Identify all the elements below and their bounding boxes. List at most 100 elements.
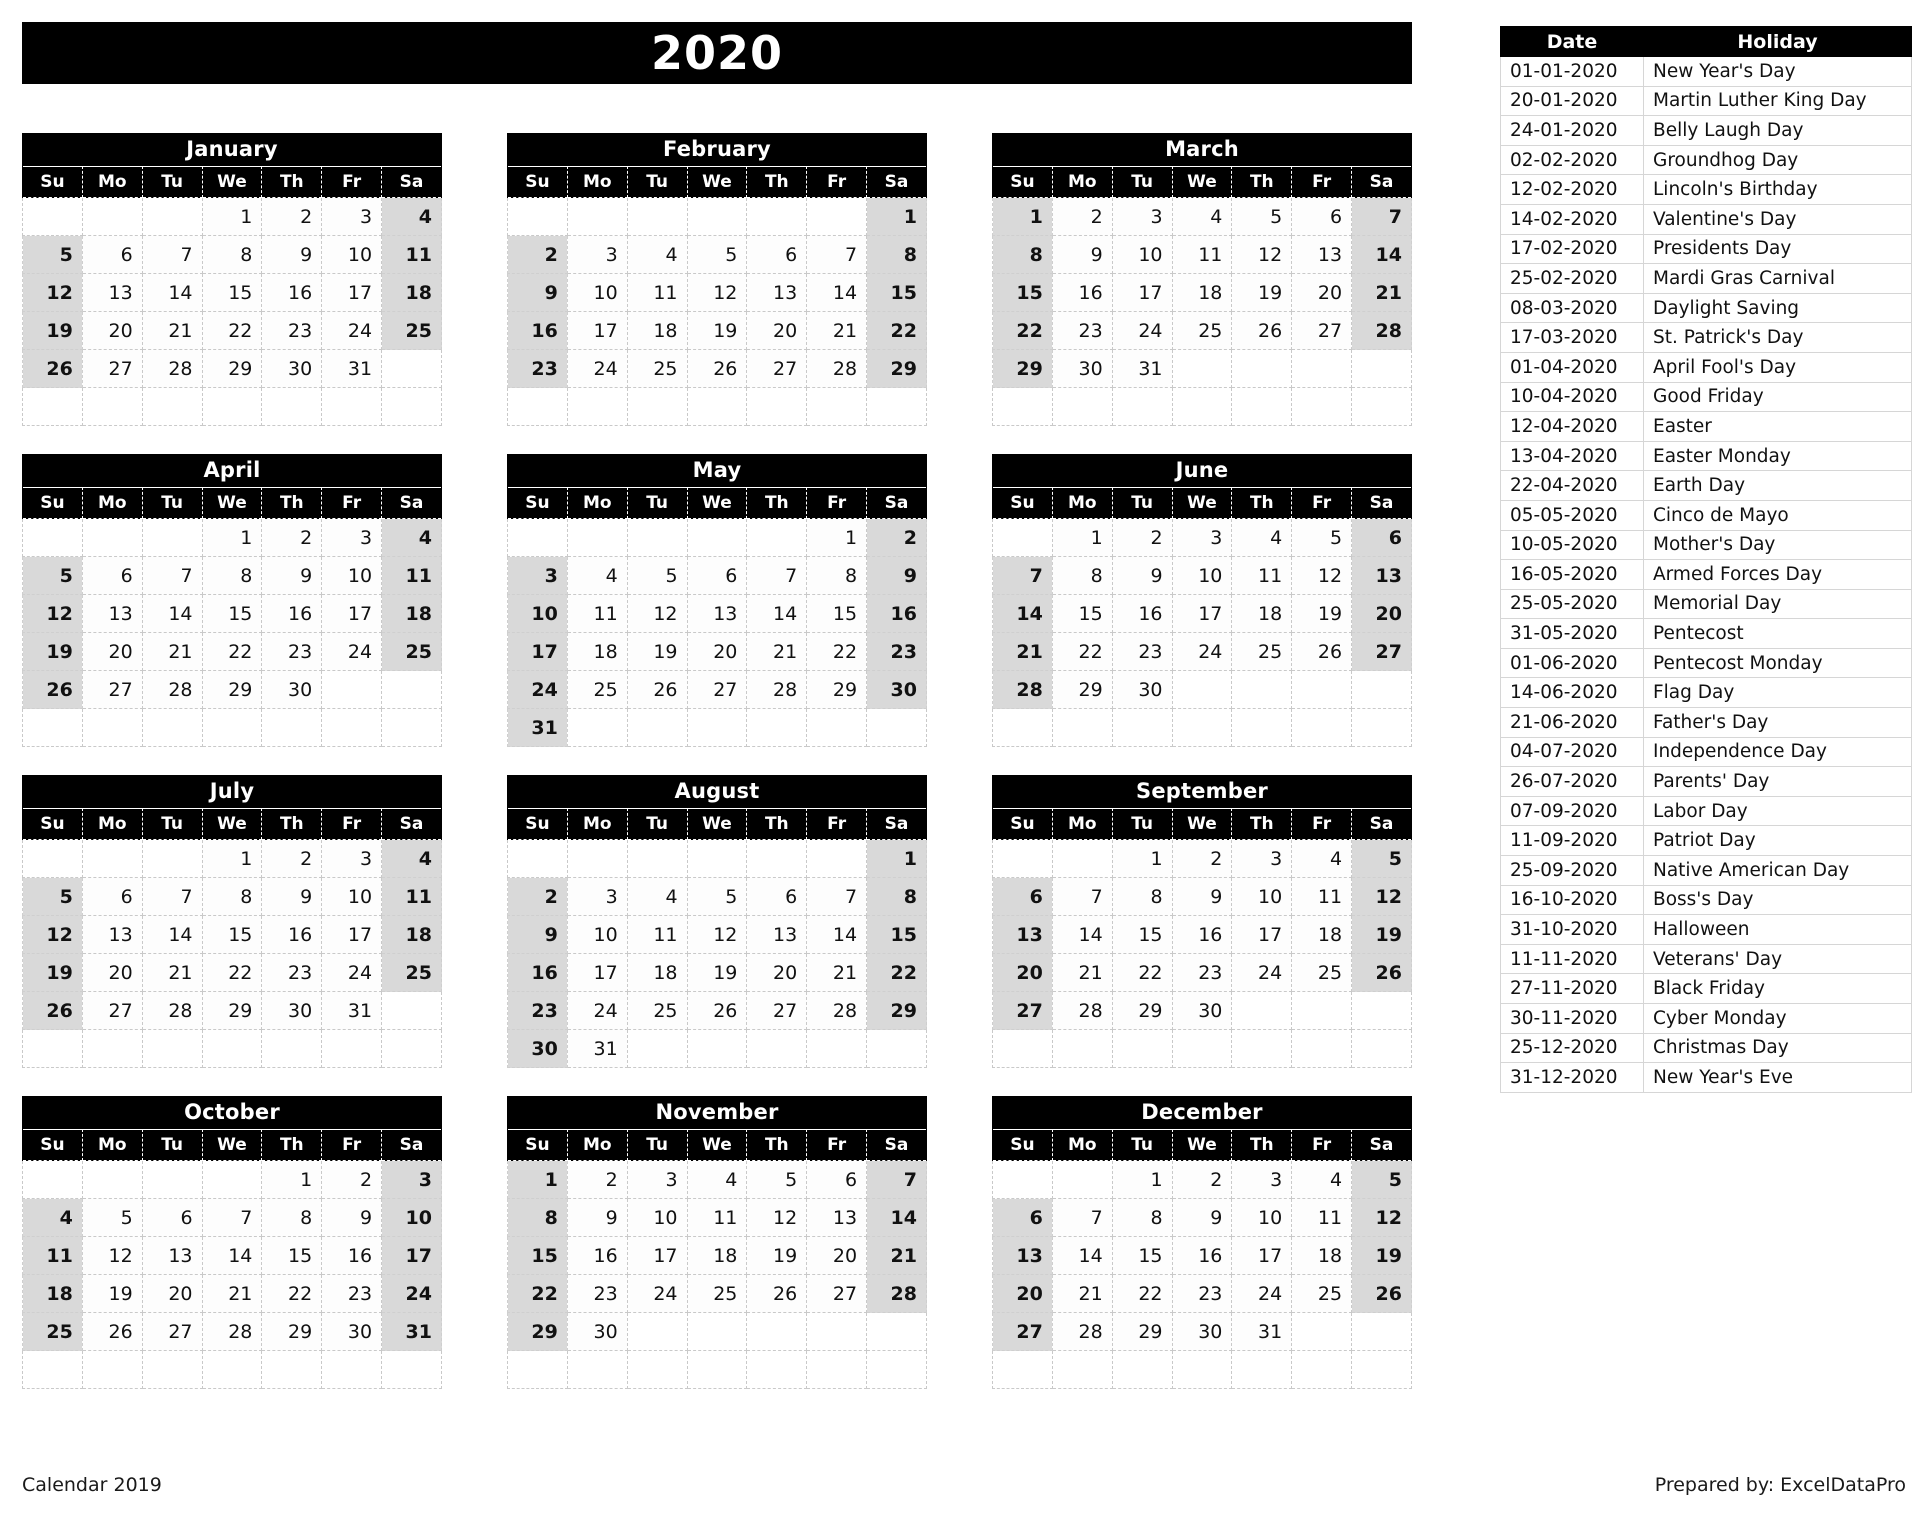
day-cell[interactable]: 18 — [381, 915, 442, 954]
day-cell[interactable]: 14 — [1051, 1236, 1113, 1275]
day-cell[interactable]: 15 — [201, 273, 263, 312]
day-cell[interactable]: 5 — [1351, 1160, 1412, 1199]
day-cell[interactable]: 26 — [81, 1312, 143, 1351]
day-cell[interactable]: 31 — [321, 349, 383, 388]
day-cell[interactable]: 24 — [626, 1274, 688, 1313]
day-cell[interactable]: 2 — [1171, 839, 1233, 878]
day-cell[interactable]: 22 — [866, 953, 927, 992]
day-cell[interactable]: 2 — [566, 1160, 628, 1199]
day-cell[interactable]: 26 — [626, 670, 688, 709]
day-cell[interactable]: 12 — [1351, 877, 1412, 916]
day-cell[interactable]: 30 — [566, 1312, 628, 1351]
day-cell[interactable]: 17 — [626, 1236, 688, 1275]
day-cell[interactable]: 15 — [507, 1236, 568, 1275]
day-cell[interactable]: 6 — [992, 1198, 1053, 1237]
day-cell[interactable]: 6 — [1351, 518, 1412, 557]
day-cell[interactable]: 15 — [866, 915, 927, 954]
day-cell[interactable]: 7 — [866, 1160, 927, 1199]
day-cell[interactable]: 23 — [1051, 311, 1113, 350]
day-cell[interactable]: 7 — [201, 1198, 263, 1237]
day-cell[interactable]: 7 — [806, 235, 868, 274]
day-cell[interactable]: 5 — [22, 556, 83, 595]
day-cell[interactable]: 19 — [1291, 594, 1353, 633]
day-cell[interactable]: 25 — [1231, 632, 1293, 671]
day-cell[interactable]: 6 — [686, 556, 748, 595]
day-cell[interactable]: 9 — [1171, 1198, 1233, 1237]
day-cell[interactable]: 16 — [261, 915, 323, 954]
day-cell[interactable]: 24 — [321, 311, 383, 350]
day-cell[interactable]: 13 — [1291, 235, 1353, 274]
day-cell[interactable]: 6 — [1291, 197, 1353, 236]
day-cell[interactable]: 29 — [1111, 1312, 1173, 1351]
day-cell[interactable]: 28 — [992, 670, 1053, 709]
day-cell[interactable]: 12 — [1231, 235, 1293, 274]
day-cell[interactable]: 9 — [1051, 235, 1113, 274]
day-cell[interactable]: 2 — [261, 839, 323, 878]
day-cell[interactable]: 19 — [1351, 915, 1412, 954]
day-cell[interactable]: 15 — [866, 273, 927, 312]
day-cell[interactable]: 9 — [261, 556, 323, 595]
day-cell[interactable]: 11 — [626, 915, 688, 954]
day-cell[interactable]: 23 — [321, 1274, 383, 1313]
day-cell[interactable]: 1 — [201, 197, 263, 236]
day-cell[interactable]: 7 — [746, 556, 808, 595]
day-cell[interactable]: 26 — [686, 349, 748, 388]
day-cell[interactable]: 8 — [866, 877, 927, 916]
day-cell[interactable]: 4 — [566, 556, 628, 595]
day-cell[interactable]: 10 — [1231, 1198, 1293, 1237]
day-cell[interactable]: 1 — [1111, 1160, 1173, 1199]
day-cell[interactable]: 29 — [806, 670, 868, 709]
day-cell[interactable]: 31 — [1231, 1312, 1293, 1351]
day-cell[interactable]: 4 — [1231, 518, 1293, 557]
day-cell[interactable]: 23 — [507, 991, 568, 1030]
day-cell[interactable]: 18 — [626, 953, 688, 992]
day-cell[interactable]: 1 — [507, 1160, 568, 1199]
day-cell[interactable]: 29 — [201, 349, 263, 388]
day-cell[interactable]: 26 — [1351, 1274, 1412, 1313]
day-cell[interactable]: 25 — [1291, 1274, 1353, 1313]
day-cell[interactable]: 12 — [22, 915, 83, 954]
day-cell[interactable]: 22 — [992, 311, 1053, 350]
day-cell[interactable]: 14 — [992, 594, 1053, 633]
day-cell[interactable]: 20 — [81, 632, 143, 671]
day-cell[interactable]: 27 — [992, 1312, 1053, 1351]
day-cell[interactable]: 8 — [806, 556, 868, 595]
day-cell[interactable]: 15 — [1111, 915, 1173, 954]
day-cell[interactable]: 11 — [1291, 877, 1353, 916]
day-cell[interactable]: 6 — [81, 235, 143, 274]
day-cell[interactable]: 19 — [22, 632, 83, 671]
day-cell[interactable]: 6 — [992, 877, 1053, 916]
day-cell[interactable]: 16 — [261, 273, 323, 312]
day-cell[interactable]: 28 — [141, 349, 203, 388]
day-cell[interactable]: 25 — [381, 311, 442, 350]
day-cell[interactable]: 12 — [746, 1198, 808, 1237]
day-cell[interactable]: 8 — [992, 235, 1053, 274]
day-cell[interactable]: 1 — [866, 197, 927, 236]
day-cell[interactable]: 5 — [22, 877, 83, 916]
day-cell[interactable]: 15 — [806, 594, 868, 633]
day-cell[interactable]: 28 — [806, 349, 868, 388]
day-cell[interactable]: 28 — [141, 670, 203, 709]
day-cell[interactable]: 27 — [81, 349, 143, 388]
day-cell[interactable]: 8 — [201, 877, 263, 916]
day-cell[interactable]: 16 — [1171, 915, 1233, 954]
day-cell[interactable]: 13 — [686, 594, 748, 633]
day-cell[interactable]: 28 — [746, 670, 808, 709]
day-cell[interactable]: 2 — [507, 235, 568, 274]
day-cell[interactable]: 21 — [866, 1236, 927, 1275]
day-cell[interactable]: 30 — [507, 1029, 568, 1068]
day-cell[interactable]: 22 — [201, 953, 263, 992]
day-cell[interactable]: 16 — [321, 1236, 383, 1275]
day-cell[interactable]: 29 — [201, 991, 263, 1030]
day-cell[interactable]: 25 — [1291, 953, 1353, 992]
day-cell[interactable]: 26 — [1351, 953, 1412, 992]
day-cell[interactable]: 2 — [1111, 518, 1173, 557]
day-cell[interactable]: 12 — [22, 594, 83, 633]
day-cell[interactable]: 3 — [321, 197, 383, 236]
day-cell[interactable]: 28 — [141, 991, 203, 1030]
day-cell[interactable]: 18 — [1171, 273, 1233, 312]
day-cell[interactable]: 9 — [1111, 556, 1173, 595]
day-cell[interactable]: 1 — [201, 518, 263, 557]
day-cell[interactable]: 15 — [201, 594, 263, 633]
day-cell[interactable]: 27 — [806, 1274, 868, 1313]
